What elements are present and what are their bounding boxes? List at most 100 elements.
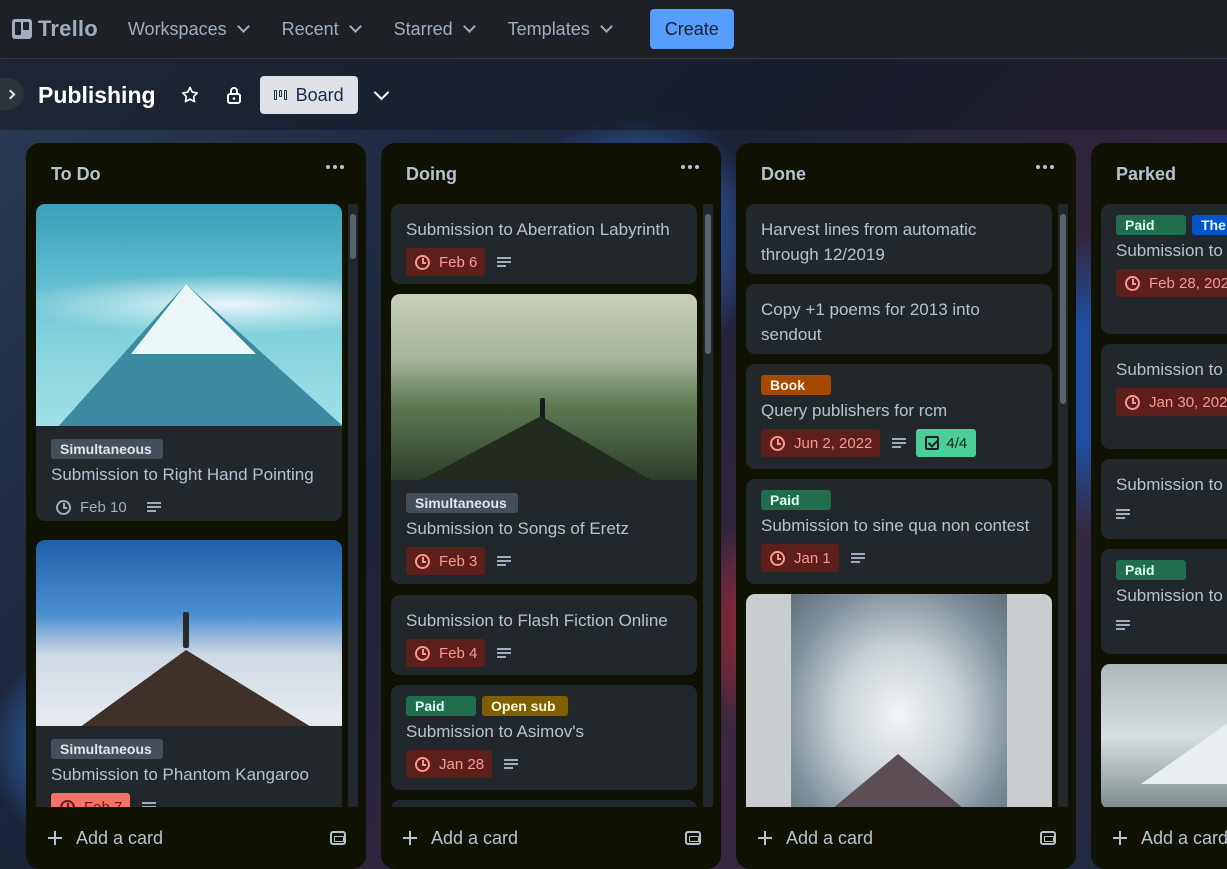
board-view-button[interactable]: Board <box>259 76 358 114</box>
list-to-do: To Do Simultaneous Submission to Right H… <box>26 143 366 869</box>
list-cards: Submission to Aberration Labyrinth Feb 6… <box>391 204 697 807</box>
clock-icon <box>415 645 430 661</box>
nav-label: Recent <box>281 18 339 39</box>
card[interactable] <box>391 800 697 807</box>
label-simultaneous[interactable]: Simultaneous <box>51 739 163 759</box>
card[interactable]: Paid Open sub Submission to Asimov's Jan… <box>391 685 697 790</box>
label-book[interactable]: Book <box>761 375 831 395</box>
card-template-icon[interactable] <box>685 831 701 845</box>
due-date-text: Jun 2, 2022 <box>794 434 873 452</box>
card-title: Submission to America <box>1116 360 1227 379</box>
add-card-button[interactable]: Add a card <box>48 828 163 849</box>
list-scrollbar[interactable] <box>348 204 358 807</box>
add-card-button[interactable]: Add a card <box>403 828 518 849</box>
due-date-badge[interactable]: Feb 7 <box>51 793 131 807</box>
due-date-badge[interactable]: Jan 28 <box>406 750 493 778</box>
card-cover-image <box>391 294 697 480</box>
scroll-thumb[interactable] <box>1060 214 1066 404</box>
list-header[interactable]: To Do <box>26 143 366 205</box>
due-date-badge[interactable]: Feb 4 <box>406 639 486 667</box>
due-date-badge[interactable]: Jun 2, 2022 <box>761 429 881 457</box>
due-date-badge[interactable]: Feb 3 <box>406 547 486 575</box>
scroll-thumb[interactable] <box>350 214 356 259</box>
scroll-thumb[interactable] <box>705 214 711 354</box>
list-menu-icon[interactable] <box>1036 165 1054 169</box>
clock-icon <box>770 435 785 451</box>
checklist-badge[interactable]: 4/4 <box>916 429 977 457</box>
list-parked: Parked Paid The Submission to Fiction Co… <box>1091 143 1227 869</box>
clock-icon <box>415 254 430 270</box>
card[interactable]: Book Query publishers for rcm Jun 2, 202… <box>746 364 1052 469</box>
card[interactable] <box>746 594 1052 807</box>
chevron-down-icon <box>348 20 362 33</box>
chevron-down-icon <box>462 20 476 33</box>
due-date-badge[interactable]: Feb 28, 2021 <box>1116 269 1227 297</box>
description-icon <box>497 555 512 567</box>
label-paid[interactable]: Paid <box>406 696 476 716</box>
card-title: Submission to Right Hand Pointing <box>51 465 314 484</box>
add-card-label: Add a card <box>1141 827 1227 848</box>
lock-icon[interactable] <box>224 85 244 105</box>
label-paid[interactable]: Paid <box>761 490 831 510</box>
due-date-badge[interactable]: Feb 6 <box>406 248 486 276</box>
trello-logo[interactable]: Trello <box>12 16 98 42</box>
list-header[interactable]: Doing <box>381 143 721 205</box>
list-header[interactable]: Parked <box>1091 143 1227 205</box>
card[interactable] <box>1101 664 1227 807</box>
card[interactable]: Submission to Flash Fiction Online Feb 4 <box>391 595 697 675</box>
card-title: Submission to Asimov's <box>406 722 585 741</box>
plus-icon <box>403 831 417 845</box>
list-footer: Add a card <box>1091 807 1227 869</box>
card[interactable]: Simultaneous Submission to Phantom Kanga… <box>36 540 342 807</box>
card-title: Copy +1 poems for 2013 into sendout <box>761 300 980 344</box>
chevron-down-icon[interactable] <box>373 84 389 100</box>
due-date-badge[interactable]: Feb 10 <box>51 493 135 521</box>
due-date-badge[interactable]: Jan 1 <box>761 544 839 572</box>
card[interactable]: Copy +1 poems for 2013 into sendout <box>746 284 1052 354</box>
label-paid[interactable]: Paid <box>1116 215 1186 235</box>
list-header[interactable]: Done <box>736 143 1076 205</box>
list-scrollbar[interactable] <box>1058 204 1068 807</box>
add-card-button[interactable]: Add a card <box>758 828 873 849</box>
card-template-icon[interactable] <box>1040 831 1056 845</box>
list-menu-icon[interactable] <box>326 165 344 169</box>
nav-workspaces[interactable]: Workspaces <box>116 9 260 49</box>
card[interactable]: Submission to Aberration Labyrinth Feb 6 <box>391 204 697 284</box>
list-scrollbar[interactable] <box>703 204 713 807</box>
card-title: Harvest lines from automatic through 12/… <box>761 220 977 264</box>
nav-recent[interactable]: Recent <box>270 9 372 49</box>
chevron-down-icon <box>599 20 613 33</box>
card[interactable]: Paid The Submission to Fiction Contest F… <box>1101 204 1227 334</box>
nav-starred[interactable]: Starred <box>382 9 486 49</box>
nav-templates[interactable]: Templates <box>496 9 623 49</box>
add-card-button[interactable]: Add a card <box>1113 828 1227 849</box>
label-open-sub[interactable]: Open sub <box>482 696 568 716</box>
card-title: Submission to sine qua non contest <box>761 516 1030 535</box>
card-cover-image <box>36 540 342 726</box>
description-icon <box>504 758 519 770</box>
card[interactable]: Harvest lines from automatic through 12/… <box>746 204 1052 274</box>
label-paid[interactable]: Paid <box>1116 560 1186 580</box>
card[interactable]: Simultaneous Submission to Right Hand Po… <box>36 204 342 521</box>
card-template-icon[interactable] <box>330 831 346 845</box>
card[interactable]: Paid Submission to <box>1101 549 1227 654</box>
card-cover-image <box>1101 664 1227 807</box>
star-icon[interactable] <box>180 85 200 105</box>
list-menu-icon[interactable] <box>681 165 699 169</box>
description-icon <box>850 552 865 564</box>
list-cards: Paid The Submission to Fiction Contest F… <box>1101 204 1227 807</box>
card-title: Submission to <box>1116 475 1223 494</box>
label-simultaneous[interactable]: Simultaneous <box>51 439 163 459</box>
label-simultaneous[interactable]: Simultaneous <box>406 493 518 513</box>
board-icon <box>273 90 287 100</box>
due-date-badge[interactable]: Jan 30, 2022 <box>1116 388 1227 416</box>
board-title[interactable]: Publishing <box>38 82 156 109</box>
label-the[interactable]: The <box>1192 215 1227 235</box>
card[interactable]: Simultaneous Submission to Songs of Eret… <box>391 294 697 584</box>
create-button[interactable]: Create <box>649 9 734 49</box>
card[interactable]: Submission to America Jan 30, 2022 <box>1101 344 1227 449</box>
clock-icon <box>60 799 75 807</box>
clock-icon <box>56 499 71 515</box>
card[interactable]: Paid Submission to sine qua non contest … <box>746 479 1052 584</box>
card[interactable]: Submission to <box>1101 459 1227 539</box>
